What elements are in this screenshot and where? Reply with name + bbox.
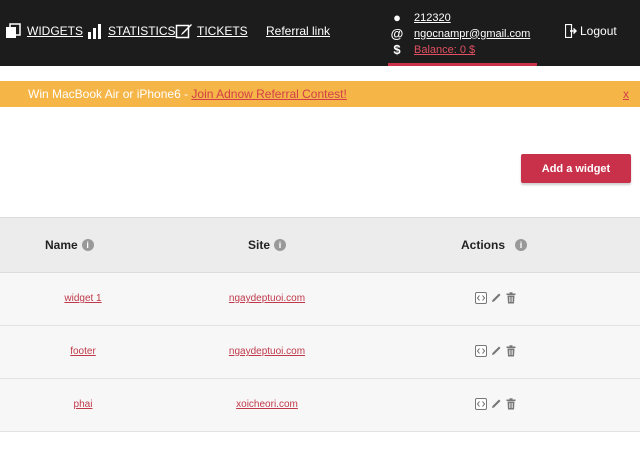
info-icon[interactable]: i: [81, 239, 94, 251]
table-header: Name i Site i Actions i: [0, 217, 640, 273]
pencil-icon[interactable]: [490, 292, 502, 304]
pencil-icon[interactable]: [490, 398, 502, 410]
dollar-icon: $: [393, 42, 401, 57]
info-icon[interactable]: i: [274, 239, 287, 251]
nav-tickets[interactable]: TICKETS: [175, 22, 248, 40]
widgets-table: Name i Site i Actions i widget 1 ngaydep…: [0, 217, 640, 432]
column-site-label: Site: [248, 238, 271, 252]
widget-name-link[interactable]: widget 1: [64, 293, 101, 304]
trash-icon[interactable]: [505, 345, 517, 357]
nav-widgets[interactable]: WIDGETS: [5, 22, 83, 40]
nav-statistics[interactable]: STATISTICS: [86, 22, 176, 40]
trash-icon[interactable]: [505, 398, 517, 410]
nav-widgets-label: WIDGETS: [27, 24, 83, 38]
widget-site-link[interactable]: ngaydeptuoi.com: [229, 346, 305, 357]
logout-button[interactable]: Logout: [565, 24, 617, 38]
info-icon[interactable]: i: [515, 239, 528, 251]
widgets-icon: [6, 23, 21, 38]
row-actions: [475, 292, 517, 304]
user-email-row: @ ngocnampr@gmail.com: [388, 26, 531, 41]
widget-name-link[interactable]: phai: [74, 399, 93, 410]
user-id[interactable]: 212320: [414, 12, 451, 24]
table-row: widget 1 ngaydeptuoi.com: [0, 273, 640, 326]
column-header-name: Name i: [45, 238, 94, 252]
nav-tickets-label: TICKETS: [197, 24, 248, 38]
pencil-icon[interactable]: [490, 345, 502, 357]
user-balance[interactable]: Balance: 0 $: [414, 44, 475, 56]
user-balance-row: $ Balance: 0 $: [388, 42, 475, 57]
column-header-actions: Actions i: [461, 238, 528, 252]
column-name-label: Name: [45, 238, 78, 252]
table-row: footer ngaydeptuoi.com: [0, 326, 640, 379]
referral-link[interactable]: Referral link: [266, 24, 330, 38]
top-navigation-bar: WIDGETS STATISTICS TICKETS Referral link…: [0, 0, 640, 66]
widget-site-link[interactable]: xoicheori.com: [236, 399, 298, 410]
logout-icon: [565, 24, 577, 38]
promo-banner: Win MacBook Air or iPhone6 - Join Adnow …: [0, 81, 640, 107]
widget-site-link[interactable]: ngaydeptuoi.com: [229, 293, 305, 304]
row-actions: [475, 398, 517, 410]
table-row: phai xoicheori.com: [0, 379, 640, 432]
edit-icon: [175, 24, 192, 39]
logout-label: Logout: [580, 24, 617, 38]
code-icon[interactable]: [475, 292, 487, 304]
widget-name-link[interactable]: footer: [70, 346, 96, 357]
code-icon[interactable]: [475, 345, 487, 357]
banner-message: Win MacBook Air or iPhone6 -: [28, 87, 192, 101]
column-header-site: Site i: [248, 238, 287, 252]
user-email[interactable]: ngocnampr@gmail.com: [414, 28, 530, 40]
user-info-panel: ● 212320 @ ngocnampr@gmail.com $ Balance…: [388, 8, 537, 66]
user-id-row: ● 212320: [388, 10, 451, 25]
column-actions-label: Actions: [461, 238, 506, 252]
trash-icon[interactable]: [505, 292, 517, 304]
user-icon: ●: [393, 10, 401, 25]
row-actions: [475, 345, 517, 357]
banner-contest-link[interactable]: Join Adnow Referral Contest!: [191, 87, 346, 101]
bar-chart-icon: [88, 24, 101, 39]
nav-statistics-label: STATISTICS: [108, 24, 176, 38]
add-widget-button[interactable]: Add a widget: [521, 154, 631, 183]
banner-text: Win MacBook Air or iPhone6 - Join Adnow …: [28, 87, 347, 101]
banner-close-button[interactable]: x: [623, 87, 629, 101]
code-icon[interactable]: [475, 398, 487, 410]
at-icon: @: [390, 26, 404, 41]
